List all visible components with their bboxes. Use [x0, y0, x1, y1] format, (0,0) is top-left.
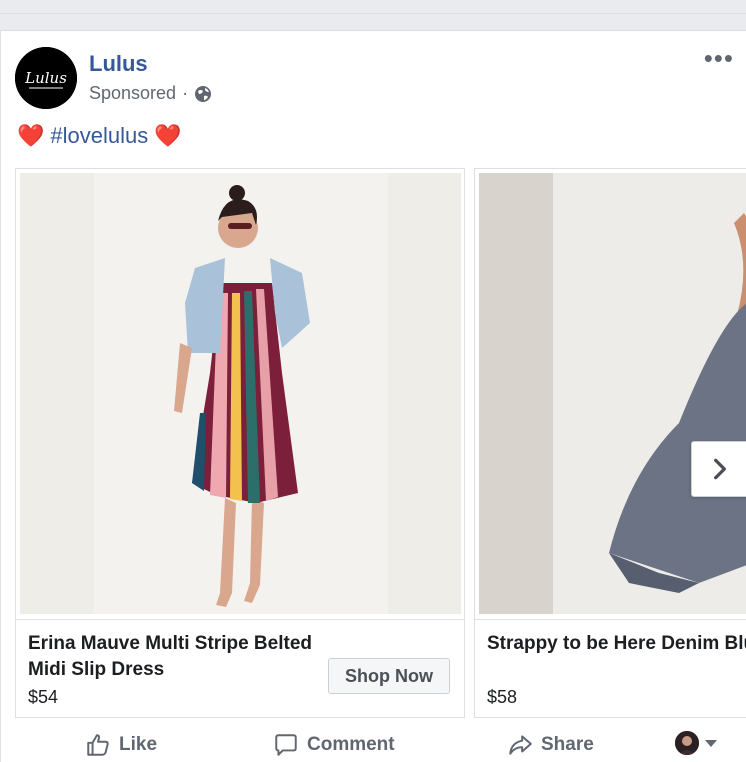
product-title[interactable]: Strappy to be Here Denim Blue Maxi Dress — [487, 631, 746, 657]
more-options-icon[interactable]: ••• — [704, 45, 734, 71]
thumbs-up-icon — [87, 734, 109, 756]
sponsored-row: Sponsored · — [89, 83, 212, 104]
sponsored-post-card: Lulus Lulus Sponsored · ••• ❤️ #lovelulu… — [0, 30, 746, 762]
hashtag-link[interactable]: #lovelulus — [50, 123, 148, 149]
like-label: Like — [119, 734, 158, 755]
post-caption: ❤️ #lovelulus ❤️ — [17, 123, 182, 149]
comment-label: Comment — [307, 734, 395, 755]
like-button[interactable]: Like — [85, 727, 157, 762]
product-title[interactable]: Erina Mauve Multi Stripe Belted Midi Sli… — [28, 631, 338, 683]
chevron-right-icon — [714, 458, 726, 480]
share-arrow-icon — [509, 735, 532, 755]
product-price: $54 — [28, 687, 59, 707]
post-as-selector[interactable] — [675, 731, 717, 755]
product-carousel: Erina Mauve Multi Stripe Belted Midi Sli… — [15, 168, 746, 718]
share-label: Share — [541, 734, 594, 755]
product-info: Strappy to be Here Denim Blue Maxi Dress… — [475, 619, 746, 718]
page-avatar[interactable]: Lulus — [15, 47, 77, 109]
comment-button[interactable]: Comment — [273, 727, 395, 762]
user-avatar — [675, 731, 699, 755]
feed-background-strip — [0, 0, 746, 14]
product-info: Erina Mauve Multi Stripe Belted Midi Sli… — [16, 619, 464, 718]
separator-dot: · — [182, 83, 189, 103]
globe-icon[interactable] — [194, 85, 212, 103]
page-name-link[interactable]: Lulus — [89, 51, 148, 77]
heart-emoji-left: ❤️ — [17, 123, 45, 148]
caret-down-icon — [705, 739, 717, 747]
sponsored-label[interactable]: Sponsored — [89, 83, 176, 104]
lulus-logo: Lulus — [15, 47, 77, 109]
shop-now-button[interactable]: Shop Now — [328, 658, 450, 694]
product-price: $58 — [487, 687, 518, 707]
comment-bubble-icon — [275, 734, 297, 756]
product-image[interactable] — [20, 173, 461, 614]
carousel-item[interactable]: Erina Mauve Multi Stripe Belted Midi Sli… — [15, 168, 465, 718]
carousel-next-button[interactable] — [691, 441, 746, 497]
post-action-bar: Like Comment Share — [1, 727, 746, 762]
product-image[interactable] — [479, 173, 746, 614]
share-button[interactable]: Share — [507, 727, 594, 762]
logo-text: Lulus — [24, 69, 67, 87]
heart-emoji-right: ❤️ — [154, 123, 182, 148]
